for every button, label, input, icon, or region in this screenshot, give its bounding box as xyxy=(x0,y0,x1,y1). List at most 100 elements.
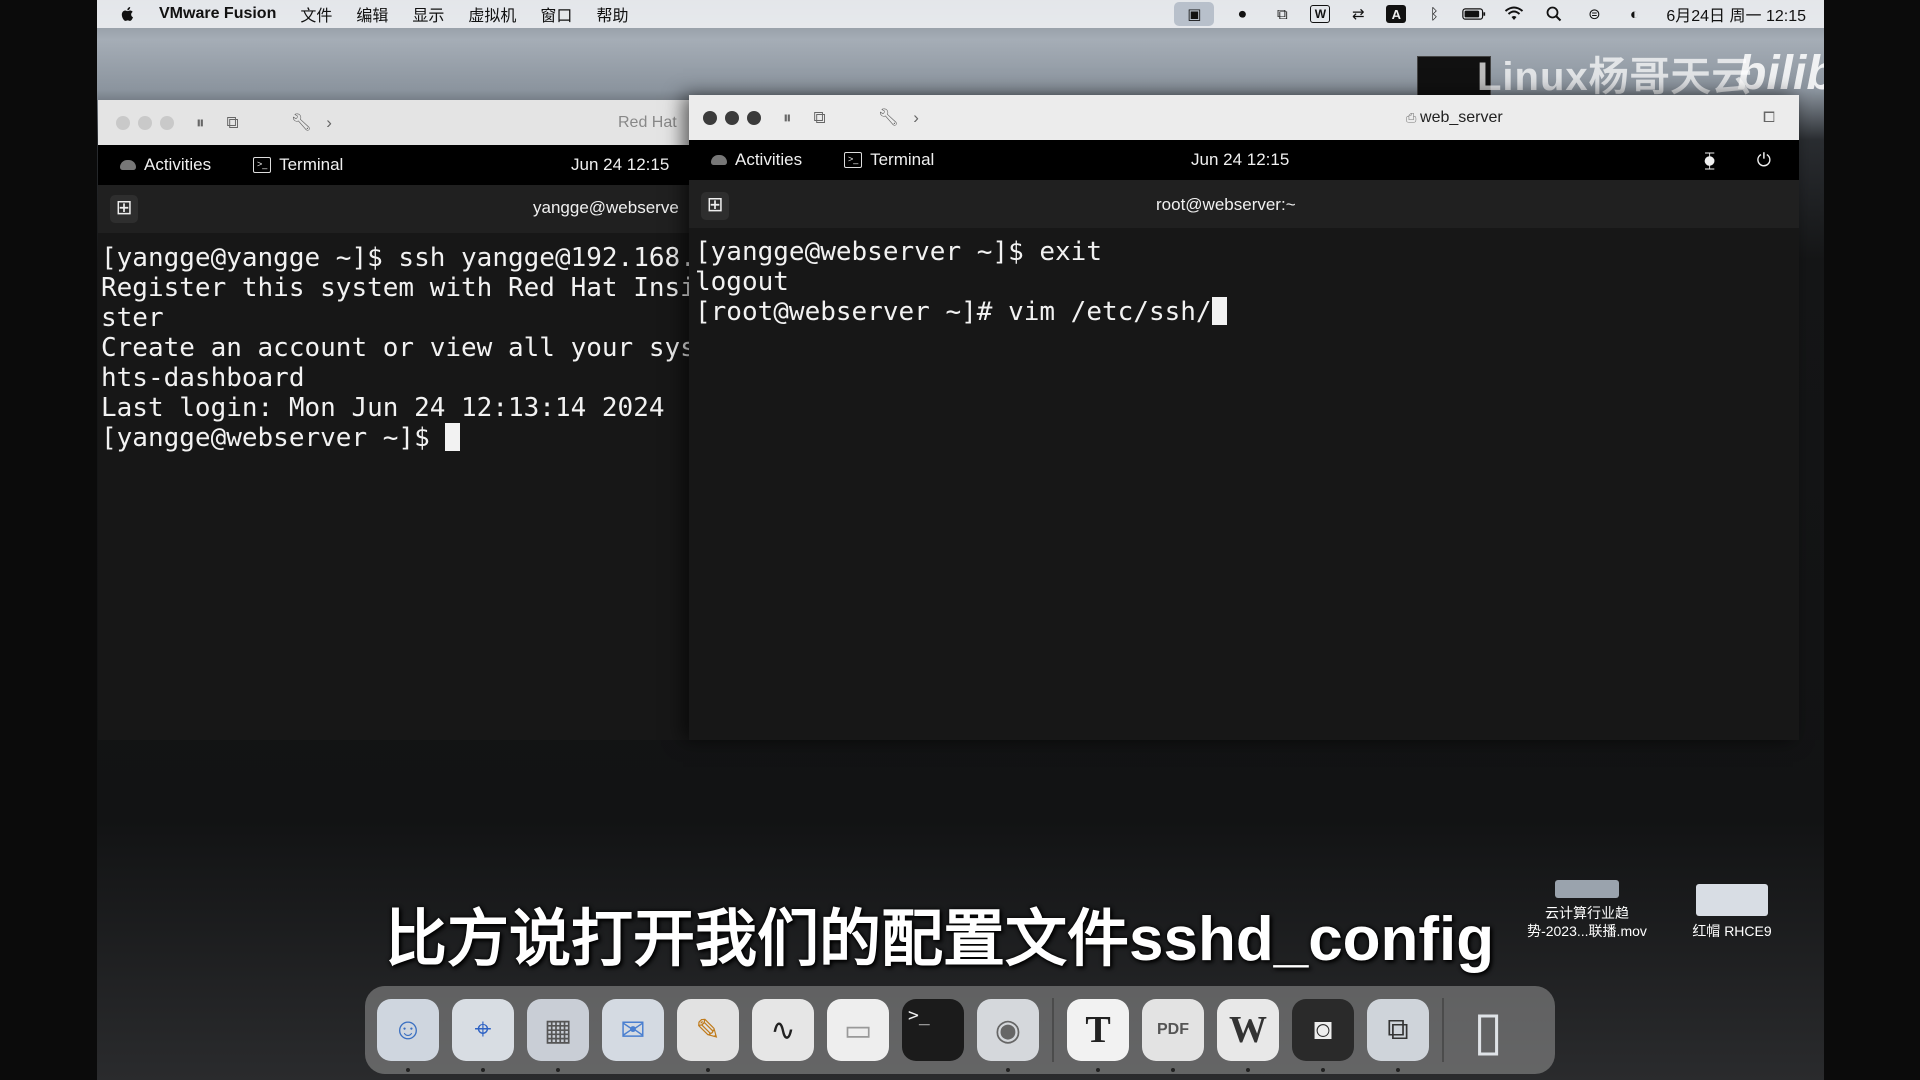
text-cursor xyxy=(445,423,461,451)
chevron-right-icon[interactable]: › xyxy=(326,113,332,133)
dock-chatbot-icon[interactable]: ◙ xyxy=(1292,999,1354,1072)
dock-notes-icon[interactable]: ▭ xyxy=(827,999,889,1061)
bilibili-logo: bilibili xyxy=(1737,47,1824,100)
terminal-output[interactable]: [yangge@webserver ~]$ exit logout [root@we… xyxy=(689,228,1799,740)
window-titlebar[interactable]: ⏸ ⧉ 🔧︎ › ⎙ web_server ⧠ xyxy=(689,95,1799,140)
terminal-line: hts-dashboard xyxy=(101,363,305,393)
dock: ☺ ⌖ ▦ ✉ ✎ ∿ ▭ >_ ◉ T PDF W ◙ ⧉ ▯ xyxy=(365,986,1555,1074)
camera-icon[interactable]: ⏺ xyxy=(1230,5,1254,23)
vm-window-web-server[interactable]: ⏸ ⧉ 🔧︎ › ⎙ web_server ⧠ Activities >_ Te… xyxy=(689,95,1799,740)
terminal-line: [yangge@webserver ~]$ exit xyxy=(695,237,1102,267)
terminal-line: [yangge@yangge ~]$ ssh yangge@192.168. xyxy=(101,243,696,273)
dock-finder-icon[interactable]: ☺ xyxy=(377,999,439,1072)
vm-icon[interactable]: ▣ xyxy=(1174,2,1215,26)
terminal-line: Register this system with Red Hat Insi xyxy=(101,273,696,303)
terminal-app-menu[interactable]: >_ Terminal xyxy=(844,150,934,170)
menu-window[interactable]: 窗口 xyxy=(540,2,572,26)
input-a-icon[interactable]: A xyxy=(1386,5,1407,23)
activities-button[interactable]: Activities xyxy=(120,155,211,175)
menu-help[interactable]: 帮助 xyxy=(596,2,628,26)
new-tab-button[interactable]: ⊞ xyxy=(701,192,729,220)
dock-wps-icon[interactable]: W xyxy=(1217,999,1279,1072)
siri-icon[interactable]: ◐ xyxy=(1622,5,1646,23)
menu-app-name[interactable]: VMware Fusion xyxy=(159,5,276,23)
screen-icon[interactable]: ⧉ xyxy=(1270,5,1294,23)
dock-trash-icon[interactable]: ▯ xyxy=(1457,999,1519,1061)
terminal-title: root@webserver:~ xyxy=(1156,195,1296,214)
menubar-clock[interactable]: 6月24日 周一 12:15 xyxy=(1666,2,1806,26)
bluetooth-icon[interactable]: ᛒ xyxy=(1422,5,1446,23)
terminal-output[interactable]: [yangge@yangge ~]$ ssh yangge@192.168. Re… xyxy=(98,233,698,740)
wifi-icon[interactable] xyxy=(1502,5,1526,23)
dock-terminal-icon[interactable]: >_ xyxy=(902,999,964,1061)
minimize-button[interactable] xyxy=(138,115,152,130)
terminal-app-menu[interactable]: >_ Terminal xyxy=(253,155,343,175)
gnome-top-bar: Activities >_ Terminal Jun 24 12:15 ⧳ ⏻ xyxy=(689,140,1799,180)
dock-pdf-expert-icon[interactable]: PDF xyxy=(1142,999,1204,1072)
terminal-prompt-line[interactable]: [yangge@webserver ~]$ xyxy=(101,423,698,453)
snapshot-icon[interactable]: ⧉ xyxy=(227,113,239,133)
running-indicator xyxy=(556,1068,560,1072)
terminal-title: yangge@webserve xyxy=(533,198,679,217)
terminal-prompt-line[interactable]: [root@webserver ~]# vim /etc/ssh/ xyxy=(695,297,1799,327)
redhat-icon xyxy=(711,155,727,165)
running-indicator xyxy=(1096,1068,1100,1072)
desktop-folder-label: 红帽 RHCE9 xyxy=(1692,923,1772,939)
gnome-clock[interactable]: Jun 24 12:15 xyxy=(1191,150,1289,170)
menu-view[interactable]: 显示 xyxy=(412,2,444,26)
macos-desktop: VMware Fusion 文件 编辑 显示 虚拟机 窗口 帮助 ▣ ⏺ ⧉ W… xyxy=(97,0,1824,1080)
zoom-button[interactable] xyxy=(160,115,174,130)
close-button[interactable] xyxy=(703,110,717,125)
sync-icon[interactable]: ⇄ xyxy=(1346,5,1370,23)
dock-mail-icon[interactable]: ✉ xyxy=(602,999,664,1061)
pause-icon[interactable]: ⏸ xyxy=(196,113,205,133)
dock-freeform-icon[interactable]: ∿ xyxy=(752,999,814,1061)
window-titlebar[interactable]: ⏸ ⧉ 🔧︎ › Red Hat xyxy=(98,100,698,145)
power-icon[interactable]: ⏻ xyxy=(1757,150,1771,171)
fullscreen-icon[interactable]: ⧠ xyxy=(1763,109,1775,126)
gnome-clock[interactable]: Jun 24 12:15 xyxy=(571,155,669,175)
dock-pages-icon[interactable]: ✎ xyxy=(677,999,739,1072)
activities-label: Activities xyxy=(735,150,803,169)
vm-window-redhat[interactable]: ⏸ ⧉ 🔧︎ › Red Hat Activities >_ Terminal … xyxy=(98,100,698,740)
window-title-text: web_server xyxy=(1420,108,1503,126)
wrench-icon[interactable]: 🔧︎ xyxy=(878,108,900,128)
zoom-button[interactable] xyxy=(747,110,761,125)
apple-icon[interactable] xyxy=(119,5,137,23)
window-title: ⎙ web_server xyxy=(1406,109,1503,127)
chevron-right-icon[interactable]: › xyxy=(913,108,919,128)
snapshot-icon[interactable]: ⧉ xyxy=(814,108,826,128)
wps-icon[interactable]: W xyxy=(1310,5,1331,23)
menu-file[interactable]: 文件 xyxy=(300,2,332,26)
control-center-icon[interactable]: ⊜ xyxy=(1582,5,1606,23)
wrench-icon[interactable]: 🔧︎ xyxy=(291,113,313,133)
new-tab-button[interactable]: ⊞ xyxy=(110,195,138,223)
network-icon[interactable]: ⧳ xyxy=(1704,150,1715,171)
minimize-button[interactable] xyxy=(725,110,739,125)
running-indicator xyxy=(1321,1068,1325,1072)
battery-icon[interactable] xyxy=(1462,5,1486,23)
running-indicator xyxy=(481,1068,485,1072)
terminal-headerbar: ⊞ root@webserver:~ xyxy=(689,180,1799,228)
terminal-icon: >_ xyxy=(253,157,272,173)
desktop-file-video[interactable]: 云计算行业趋 势-2023...联播.mov xyxy=(1517,880,1657,940)
dock-vmware-fusion-icon[interactable]: ⧉ xyxy=(1367,999,1429,1072)
activities-label: Activities xyxy=(144,155,212,174)
dock-chrome-icon[interactable]: ◉ xyxy=(977,999,1039,1072)
pause-icon[interactable]: ⏸ xyxy=(783,108,792,128)
dock-safari-icon[interactable]: ⌖ xyxy=(452,999,514,1072)
desktop-file-label: 云计算行业趋 xyxy=(1545,905,1629,921)
window-title: Red Hat xyxy=(618,113,677,131)
gnome-top-bar: Activities >_ Terminal Jun 24 12:15 xyxy=(98,145,698,185)
activities-button[interactable]: Activities xyxy=(711,150,802,170)
menu-edit[interactable]: 编辑 xyxy=(356,2,388,26)
folder-icon xyxy=(1696,884,1768,916)
close-button[interactable] xyxy=(116,115,130,130)
shell-prompt: [yangge@webserver ~]$ xyxy=(101,423,446,453)
menu-vm[interactable]: 虚拟机 xyxy=(468,2,516,26)
video-thumbnail xyxy=(1555,880,1619,898)
desktop-folder-rhce9[interactable]: 红帽 RHCE9 xyxy=(1677,884,1787,940)
dock-typora-icon[interactable]: T xyxy=(1067,999,1129,1072)
search-icon[interactable] xyxy=(1542,5,1566,23)
dock-launchpad-icon[interactable]: ▦ xyxy=(527,999,589,1072)
